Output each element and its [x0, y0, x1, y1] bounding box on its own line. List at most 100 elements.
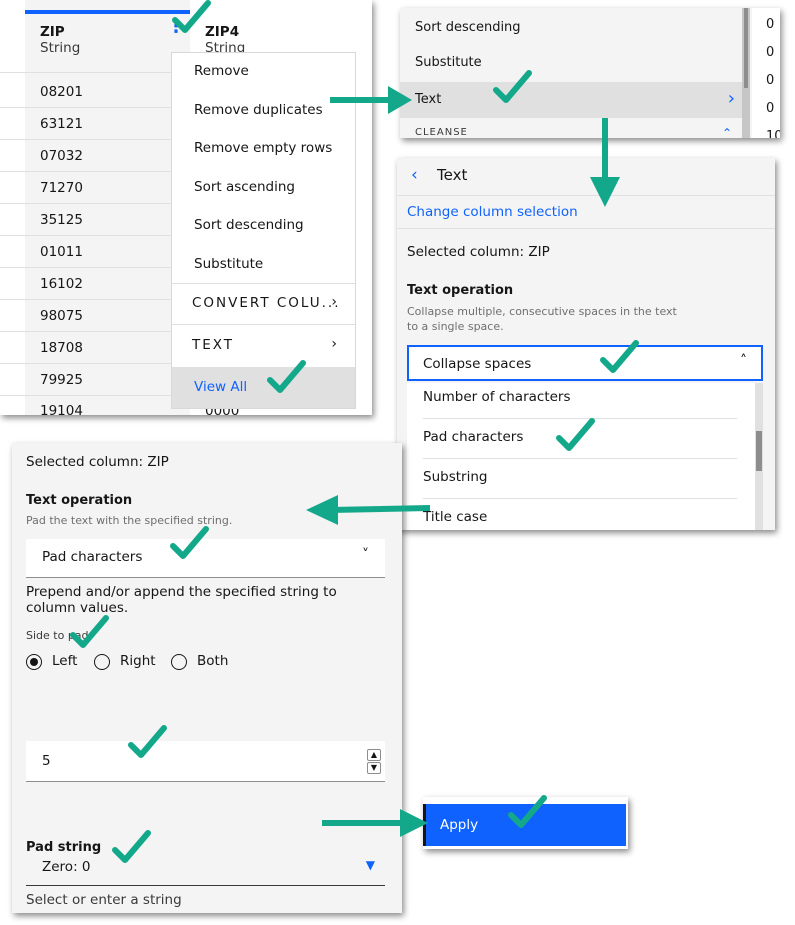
chevron-down-icon: ˅ — [362, 547, 369, 563]
column-selected-indicator — [25, 10, 190, 14]
table-cell: 35125 — [40, 212, 83, 228]
view-all-row[interactable]: View All — [172, 367, 355, 408]
back-chevron-icon[interactable]: ‹ — [411, 165, 418, 185]
chevron-up-icon: ˄ — [740, 353, 747, 369]
table-cell: 0 — [766, 45, 775, 60]
table-cell: 07032 — [40, 148, 83, 164]
chevron-right-icon: › — [727, 88, 735, 109]
caret-down-icon: ▼ — [365, 858, 375, 872]
menu-item-convert-column[interactable]: CONVERT COLU... › — [172, 284, 355, 324]
option-substring[interactable]: Substring — [423, 469, 487, 485]
text-operation-panel: ‹ Text Change column selection Selected … — [397, 158, 775, 530]
table-cell: 0 — [766, 101, 775, 116]
row-divider — [0, 395, 190, 396]
table-cell: 01011 — [40, 244, 83, 260]
checkmark-icon — [600, 340, 639, 373]
row-divider — [0, 72, 190, 73]
change-column-selection-link[interactable]: Change column selection — [407, 204, 578, 220]
table-cell: 79925 — [40, 372, 83, 388]
checkmark-icon — [112, 830, 151, 863]
decrement-icon[interactable]: ▼ — [367, 762, 381, 774]
table-cell: 98075 — [40, 308, 83, 324]
menu-item-label: TEXT — [192, 337, 235, 353]
row-divider — [0, 235, 190, 236]
divider — [397, 228, 775, 229]
menu-item-label: CONVERT COLU... — [192, 295, 341, 311]
checkmark-icon — [556, 418, 595, 451]
menu-item-substitute[interactable]: Substitute — [415, 55, 482, 70]
combobox-value: Zero: 0 — [42, 859, 91, 875]
text-operation-description: Collapse multiple, consecutive spaces in… — [407, 305, 677, 333]
table-cell: 08201 — [40, 84, 83, 100]
table-cell: 18708 — [40, 340, 83, 356]
increment-icon[interactable]: ▲ — [367, 749, 381, 761]
menu-item-remove[interactable]: Remove — [194, 63, 249, 79]
menu-item-substitute[interactable]: Substitute — [194, 256, 263, 272]
option-pad-characters[interactable]: Pad characters — [423, 429, 523, 445]
row-divider — [0, 171, 190, 172]
scrollbar-thumb[interactable] — [744, 8, 748, 88]
text-operation-label: Text operation — [407, 283, 514, 298]
radio-both[interactable]: Both — [171, 652, 241, 672]
view-all-link[interactable]: View All — [194, 379, 247, 395]
side-values: 0 0 0 0 10 — [752, 8, 780, 138]
apply-button-label: Apply — [440, 817, 479, 833]
radio-right[interactable]: Right — [94, 652, 164, 672]
zip-header[interactable]: ZIP — [40, 24, 65, 40]
radio-unselected-icon — [94, 654, 110, 670]
arrow-right-icon — [322, 809, 428, 837]
radio-left[interactable]: Left — [26, 652, 96, 672]
selected-column: Selected column: ZIP — [407, 244, 550, 260]
radio-label: Right — [120, 653, 156, 669]
radio-label: Both — [197, 653, 229, 669]
arrow-right-icon — [330, 86, 412, 114]
radio-label: Left — [52, 653, 78, 669]
row-divider — [0, 267, 190, 268]
checkmark-icon — [267, 360, 306, 393]
section-label-cleanse: CLEANSE — [415, 127, 468, 138]
dropdown-value: Collapse spaces — [423, 356, 532, 372]
menu-item-label: Text — [415, 92, 442, 107]
prepend-description: Prepend and/or append the specified stri… — [26, 584, 337, 616]
pad-string-helper: Select or enter a string — [26, 892, 182, 908]
table-cell: 19104 — [40, 403, 83, 415]
checkmark-icon — [128, 725, 167, 758]
row-divider — [0, 139, 190, 140]
row-divider — [0, 299, 190, 300]
chevron-up-icon: ⌃ — [722, 126, 733, 138]
option-number-of-characters[interactable]: Number of characters — [423, 389, 571, 405]
table-cell: 71270 — [40, 180, 83, 196]
table-cell: 0 — [766, 73, 775, 88]
arrow-down-icon — [590, 118, 620, 207]
menu-item-remove-duplicates[interactable]: Remove duplicates — [194, 102, 323, 118]
radio-unselected-icon — [171, 654, 187, 670]
menu-item-sort-ascending[interactable]: Sort ascending — [194, 179, 295, 195]
pad-string-label: Pad string — [26, 840, 102, 855]
chevron-right-icon: › — [331, 294, 337, 310]
checkmark-icon — [70, 615, 109, 648]
menu-item-remove-empty-rows[interactable]: Remove empty rows — [194, 140, 332, 156]
checkmark-icon — [493, 70, 532, 103]
pad-length-number-input[interactable]: 5 ▲ ▼ — [26, 741, 385, 782]
menu-item-text[interactable]: TEXT › — [172, 325, 355, 365]
checkmark-icon — [170, 526, 209, 559]
option-divider — [423, 498, 737, 499]
menu-item-sort-descending[interactable]: Sort descending — [194, 217, 304, 233]
pad-string-combobox[interactable]: Zero: 0 ▼ — [26, 855, 385, 886]
row-divider — [0, 203, 190, 204]
option-divider — [423, 458, 737, 459]
menu-item-sort-descending[interactable]: Sort descending — [415, 20, 521, 35]
scrollbar-thumb[interactable] — [756, 431, 762, 471]
text-operation-dropdown[interactable]: Collapse spaces ˄ — [407, 345, 763, 381]
dropdown-value: Pad characters — [42, 549, 143, 565]
table-cell: 0 — [766, 17, 775, 32]
text-operation-label: Text operation — [26, 493, 133, 508]
row-divider — [0, 107, 190, 108]
chevron-right-icon: › — [331, 336, 337, 352]
panel-title: Text — [437, 166, 468, 184]
checkmark-icon — [508, 795, 547, 828]
table-cell: 10 — [766, 129, 780, 138]
zip-type: String — [40, 40, 81, 56]
table-cell: 16102 — [40, 276, 83, 292]
menu-item-text[interactable]: Text › — [400, 82, 745, 118]
